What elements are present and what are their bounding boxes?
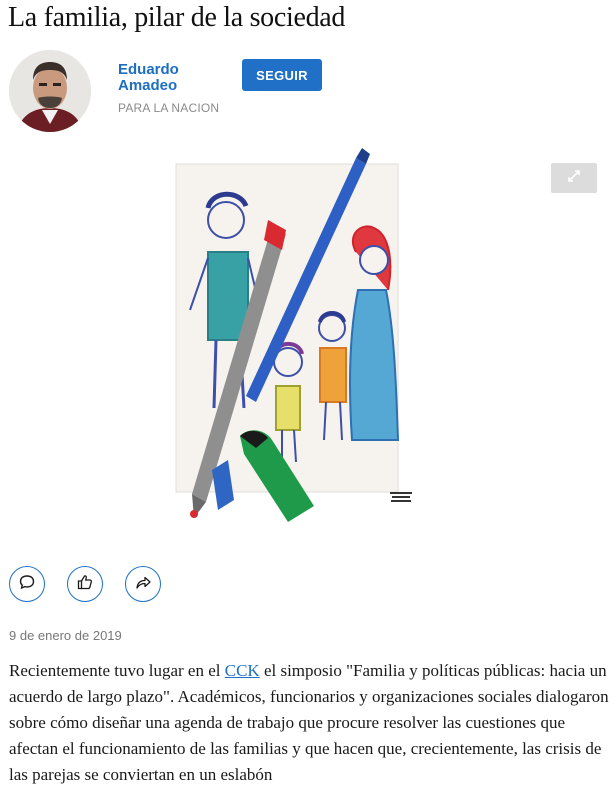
like-button[interactable] [67, 566, 103, 602]
author-photo [9, 50, 91, 132]
publication-date: 9 de enero de 2019 [9, 628, 122, 643]
expand-image-button[interactable] [551, 163, 597, 193]
author-name[interactable]: Eduardo Amadeo [118, 62, 218, 94]
share-button[interactable] [125, 566, 161, 602]
article-title: La familia, pilar de la sociedad [8, 2, 346, 33]
author-affiliation: PARA LA NACION [118, 101, 220, 115]
article-body: Recientemente tuvo lugar en el CCK el si… [9, 658, 609, 788]
article-illustration[interactable] [160, 140, 432, 542]
share-icon [134, 573, 152, 596]
thumbs-up-icon [76, 573, 94, 596]
comment-icon [18, 573, 36, 596]
body-text-start: Recientemente tuvo lugar en el [9, 661, 225, 680]
cck-link[interactable]: CCK [225, 661, 260, 680]
comment-button[interactable] [9, 566, 45, 602]
artist-signature [390, 492, 412, 502]
author-avatar[interactable] [9, 50, 91, 132]
follow-button[interactable]: SEGUIR [242, 59, 322, 91]
expand-icon [566, 168, 582, 189]
